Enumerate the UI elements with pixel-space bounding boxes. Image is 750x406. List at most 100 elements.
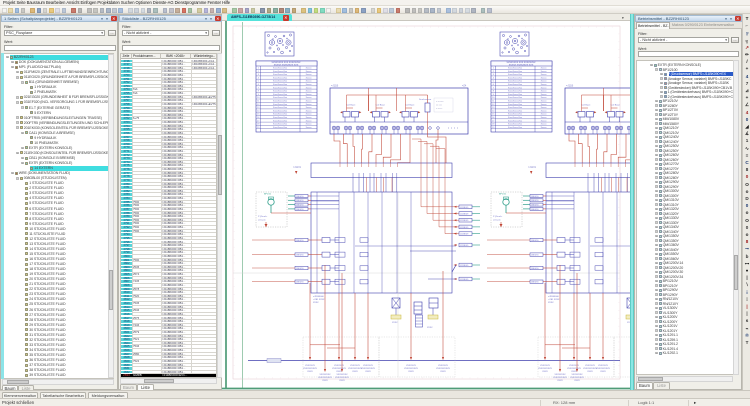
svg-text:XxxxXxxxxXxx: XxxxXxxxxXxx: [273, 77, 288, 79]
svg-text:XXXXXXXXXX: XXXXXXXXXX: [567, 368, 581, 370]
svg-text:XXXXXXXXXX: XXXXXXXXXX: [570, 377, 584, 379]
svg-text:P (Druck-: P (Druck-: [258, 215, 267, 218]
svg-text:Xxxxx: Xxxxx: [306, 87, 313, 89]
svg-text:J11BK09: J11BK09: [460, 245, 469, 247]
svg-text:XXXX: XXXX: [336, 371, 342, 373]
svg-text:XXXXXXX: XXXXXXX: [406, 365, 416, 367]
svg-text:Xxxxx: Xxxxx: [541, 74, 548, 76]
svg-text:XxxxXxxxxXxx: XxxxXxxxxXxx: [273, 101, 288, 103]
svg-text:XXXX: XXXX: [408, 371, 414, 373]
svg-text:Xxxxx: Xxxxx: [306, 68, 313, 70]
svg-text:XxxxXxxxxXxx: XxxxXxxxxXxx: [273, 120, 288, 122]
svg-text:XxxxXxxxxXxx: XxxxXxxxxXxx: [508, 91, 523, 93]
svg-text:XXXX: XXXX: [600, 371, 606, 373]
svg-text:XxxxXxxxxXxx: XxxxXxxxxXxx: [508, 114, 523, 116]
svg-text:XxxxXxxxxXxx: XxxxXxxxxXxx: [273, 117, 288, 119]
svg-text:XXXXXXXXXX: XXXXXXXXXX: [335, 377, 349, 379]
svg-text:XXXXXXX: XXXXXXX: [305, 365, 315, 367]
svg-text:XxxxXxxxxXxx: XxxxXxxxxXxx: [508, 74, 523, 76]
svg-text:BP1/21: BP1/21: [499, 194, 507, 196]
svg-text:+CB1 XXXX: +CB1 XXXX: [313, 299, 325, 301]
svg-text:=J11B: =J11B: [331, 84, 339, 88]
svg-text:Coil Base: Coil Base: [405, 105, 415, 107]
svg-text:1BK090: 1BK090: [531, 255, 539, 257]
svg-text:XxxxXxxxxXxx: XxxxXxxxxXxx: [508, 110, 523, 112]
svg-text:1BK090: 1BK090: [531, 268, 539, 270]
svg-text:Xxxxx: Xxxxx: [306, 110, 313, 112]
svg-text:XXXXXXXX: XXXXXXXX: [554, 374, 566, 376]
svg-text:1BK090: 1BK090: [531, 200, 539, 202]
svg-text:XxxxXxxxxXxx: XxxxXxxxxXxx: [508, 120, 523, 122]
svg-text:P (Druck-: P (Druck-: [493, 215, 502, 218]
svg-text:Xxxxx: Xxxxx: [541, 97, 548, 99]
svg-text:XXXXXXX: XXXXXXX: [334, 365, 344, 367]
svg-text:XxxxXxxxxXxx: XxxxXxxxxXxx: [508, 71, 523, 73]
svg-text:XXXXXXX: XXXXXXX: [540, 365, 550, 367]
svg-text:XxxxXxxxxXxx: XxxxXxxxxXxx: [508, 117, 523, 119]
svg-text:Xxxxx: Xxxxx: [541, 120, 548, 122]
svg-text:Xxxxx: Xxxxx: [541, 107, 548, 109]
svg-text:XxxxXxxxxXxx: XxxxXxxxxXxx: [508, 84, 523, 86]
svg-text:XXXXXXXX: XXXXXXXX: [571, 374, 583, 376]
svg-text:XXXXXXXX: XXXXXXXX: [336, 374, 348, 376]
svg-text:Coil Base: Coil Base: [581, 105, 591, 107]
svg-text:Xxxxx: Xxxxx: [541, 101, 548, 103]
svg-text:J11BK09: J11BK09: [460, 220, 469, 222]
svg-text:Xxxxx: Xxxxx: [541, 127, 548, 129]
svg-text:XXXXXXX: XXXXXXX: [585, 365, 595, 367]
svg-text:Xxxxx: Xxxxx: [306, 71, 313, 73]
svg-text:XxxxXxxxxXxx: XxxxXxxxxXxx: [508, 107, 523, 109]
svg-text:XxxxXxxxxXxx: XxxxXxxxxXxx: [273, 127, 288, 129]
svg-text:x xxx x: x xxx x: [436, 108, 443, 110]
svg-text:=Z4: =Z4: [462, 85, 467, 88]
svg-text:=J11BK000: =J11BK000: [313, 296, 324, 298]
svg-text:Xxxxx: Xxxxx: [541, 81, 548, 83]
svg-text:1BK090: 1BK090: [296, 240, 304, 242]
svg-text:Coil Base: Coil Base: [611, 105, 621, 107]
svg-text:XXXXXXXXXX: XXXXXXXXXX: [303, 368, 317, 370]
svg-text:XxxxXxxxxXxx: XxxxXxxxxXxx: [273, 71, 288, 73]
svg-text:XXXXXXXX: XXXXXXXX: [319, 374, 331, 376]
svg-text:XxxxXxxxxXxx: XxxxXxxxxXxx: [273, 94, 288, 96]
svg-text:J11BK09: J11BK09: [460, 207, 469, 209]
svg-text:XXXXX XXXXXXXX XXX: XXXXX XXXXXXXX XXX: [509, 65, 534, 67]
svg-text:XXXX: XXXX: [574, 380, 580, 382]
svg-text:XXXXXXX: XXXXXXX: [569, 365, 579, 367]
svg-text:XXXX: XXXX: [440, 371, 446, 373]
svg-text:XXXX: XXXX: [392, 322, 398, 324]
svg-text:XXXX: XXXX: [427, 327, 433, 329]
svg-text:XXXX: XXXX: [571, 371, 577, 373]
svg-text:Xxxxx: Xxxxx: [541, 94, 548, 96]
svg-text:XxxxXxxxxXxx: XxxxXxxxxXxx: [508, 68, 523, 70]
svg-text:Xxxxx: Xxxxx: [541, 117, 548, 119]
svg-text:XxxxXxxxxXxx: XxxxXxxxxXxx: [508, 87, 523, 89]
svg-text:Xxxxx: Xxxxx: [306, 101, 313, 103]
svg-text:XXXX: XXXX: [352, 371, 358, 373]
svg-text:XXXXXXXXXX: XXXXXXXXXX: [596, 368, 610, 370]
svg-text:XxxxXxxxxXxx: XxxxXxxxxXxx: [273, 87, 288, 89]
svg-text:XXXX: XXXX: [557, 380, 563, 382]
svg-text:XXXXX XXXXXXXX XXX: XXXXX XXXXXXXX XXX: [274, 65, 299, 67]
svg-text:XXXXXXX: XXXXXXX: [598, 365, 608, 367]
svg-text:Xxxxx: Xxxxx: [541, 110, 548, 112]
svg-text:XxxxXxxxxXxx: XxxxXxxxxXxx: [273, 84, 288, 86]
svg-text:sensor): sensor): [493, 218, 501, 221]
svg-text:XxxxXxxxxXxx: XxxxXxxxxXxx: [273, 97, 288, 99]
svg-text:Xxxxx: Xxxxx: [306, 117, 313, 119]
svg-text:Xxxxx: Xxxxx: [306, 91, 313, 93]
svg-text:Xxxxx: Xxxxx: [306, 84, 313, 86]
svg-text:Xxxxx: Xxxxx: [541, 124, 548, 126]
svg-text:Drucksensor: Drucksensor: [419, 98, 432, 101]
svg-text:Xxxxx: Xxxxx: [306, 97, 313, 99]
svg-text:=J11X1: =J11X1: [528, 166, 537, 169]
svg-text:XXXXXXXXXX: XXXXXXXXXX: [318, 377, 332, 379]
svg-text:XxxxXxxxxXxx: XxxxXxxxxXxx: [273, 124, 288, 126]
svg-text:XxxxXxxxxXxx: XxxxXxxxxXxx: [508, 124, 523, 126]
svg-text:1BK090: 1BK090: [531, 205, 539, 207]
svg-text:1BK090: 1BK090: [531, 209, 539, 211]
svg-text:Xxxxx: Xxxxx: [541, 104, 548, 106]
svg-text:XxxxXxxxxXxx: XxxxXxxxxXxx: [273, 68, 288, 70]
svg-text:1BK090: 1BK090: [296, 209, 304, 211]
svg-text:J11BK09: J11BK09: [460, 265, 469, 267]
svg-text:XxxxXxxxxXxx: XxxxXxxxxXxx: [273, 81, 288, 83]
